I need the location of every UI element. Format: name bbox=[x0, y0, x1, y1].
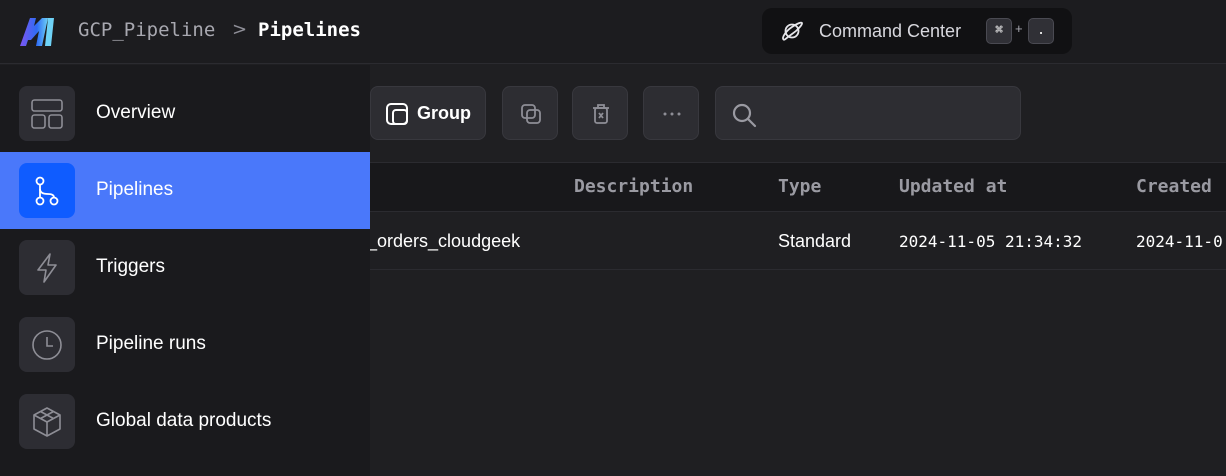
clock-icon bbox=[32, 330, 62, 360]
command-center-button[interactable]: Command Center ⌘ + . bbox=[762, 8, 1072, 54]
top-bar: GCP_Pipeline > Pipelines Command Center … bbox=[0, 0, 1226, 64]
nav-icon-container bbox=[19, 394, 75, 449]
pipeline-name[interactable]: _orders_cloudgeek bbox=[367, 231, 520, 252]
group-button[interactable]: Group bbox=[370, 86, 486, 140]
shortcut-key-cmd: ⌘ bbox=[986, 18, 1012, 44]
sidebar-item-global-data-products[interactable]: Global data products bbox=[0, 383, 370, 460]
page-title: Pipelines bbox=[258, 19, 361, 41]
delete-button[interactable] bbox=[572, 86, 628, 140]
group-icon bbox=[386, 103, 408, 125]
command-center-label: Command Center bbox=[819, 21, 962, 41]
pipeline-type: Standard bbox=[778, 231, 852, 251]
search-icon bbox=[732, 103, 757, 128]
pipeline-icon bbox=[35, 176, 59, 206]
nav-icon-container bbox=[19, 240, 75, 295]
layout-icon bbox=[31, 99, 63, 129]
search-field[interactable] bbox=[715, 86, 1021, 140]
sidebar-item-triggers[interactable]: Triggers bbox=[0, 229, 370, 306]
cube-icon bbox=[33, 407, 61, 437]
sidebar-item-label: Global data products bbox=[96, 410, 272, 431]
column-header-description[interactable]: Description bbox=[574, 176, 693, 197]
sidebar-item-label: Pipeline runs bbox=[96, 333, 206, 354]
sidebar-item-overview[interactable]: Overview bbox=[0, 75, 370, 152]
sidebar: Overview Pipelines Triggers Pipeline run… bbox=[0, 65, 370, 476]
shortcut-plus: + bbox=[1015, 21, 1023, 36]
sidebar-item-label: Triggers bbox=[96, 256, 165, 277]
group-button-label: Group bbox=[417, 103, 471, 123]
copy-icon bbox=[521, 104, 541, 124]
sidebar-item-pipelines[interactable]: Pipelines bbox=[0, 152, 370, 229]
lightning-icon bbox=[37, 253, 57, 283]
pipeline-created-at: 2024-11-0 bbox=[1136, 232, 1223, 251]
nav-icon-container bbox=[19, 86, 75, 141]
trash-icon bbox=[593, 104, 609, 124]
breadcrumb-separator: > bbox=[232, 19, 248, 40]
more-icon bbox=[663, 112, 681, 116]
column-header-type[interactable]: Type bbox=[778, 176, 821, 197]
search-input[interactable] bbox=[768, 99, 1008, 129]
sidebar-item-label: Pipelines bbox=[96, 179, 174, 200]
column-header-updated-at[interactable]: Updated at bbox=[899, 176, 1007, 197]
mage-logo-icon[interactable] bbox=[20, 16, 56, 46]
sidebar-item-pipeline-runs[interactable]: Pipeline runs bbox=[0, 306, 370, 383]
planet-icon bbox=[782, 21, 803, 41]
duplicate-button[interactable] bbox=[502, 86, 558, 140]
sidebar-item-label: Overview bbox=[96, 102, 176, 123]
nav-icon-container bbox=[19, 317, 75, 372]
column-header-created[interactable]: Created bbox=[1136, 176, 1212, 197]
breadcrumb-project[interactable]: GCP_Pipeline bbox=[78, 17, 215, 43]
shortcut-key-period: . bbox=[1028, 18, 1054, 44]
nav-icon-container bbox=[19, 163, 75, 218]
more-options-button[interactable] bbox=[643, 86, 699, 140]
pipeline-updated-at: 2024-11-05 21:34:32 bbox=[899, 232, 1083, 251]
